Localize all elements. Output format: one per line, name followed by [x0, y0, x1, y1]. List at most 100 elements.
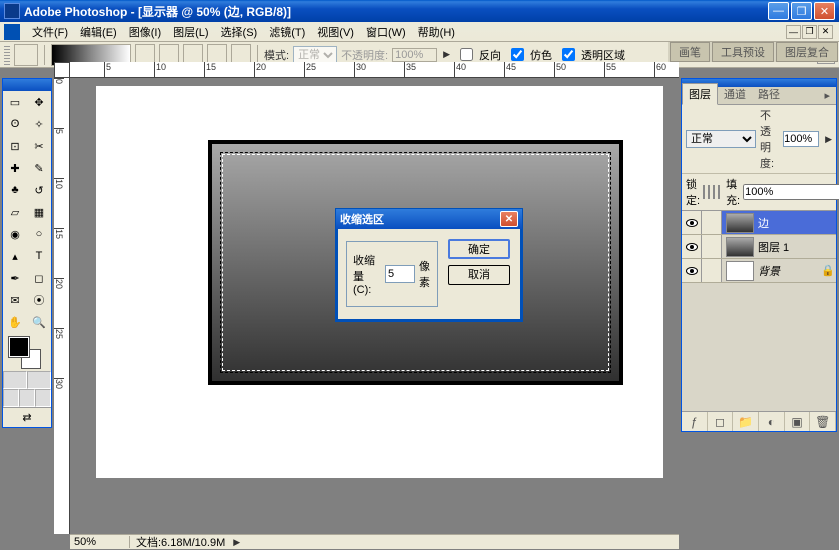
lock-transparency-icon[interactable]: [703, 185, 705, 199]
layer-name[interactable]: 背景: [758, 263, 820, 279]
type-tool[interactable]: T: [27, 245, 51, 267]
screenmode-menubar[interactable]: [19, 389, 35, 407]
link-column[interactable]: [702, 211, 722, 234]
marquee-tool[interactable]: ▭: [3, 91, 27, 113]
ruler-horizontal[interactable]: 0 5 10 15 20 25 30 35 40 45 50 55 60: [54, 62, 679, 78]
panel-menu-icon[interactable]: ▸: [818, 87, 836, 104]
path-select-tool[interactable]: ▴: [3, 245, 27, 267]
stamp-tool[interactable]: ♣: [3, 179, 27, 201]
crop-tool[interactable]: ⊡: [3, 135, 27, 157]
history-brush-tool[interactable]: ↺: [27, 179, 51, 201]
visibility-icon[interactable]: [686, 219, 698, 227]
layer-row[interactable]: 图层 1: [682, 235, 836, 259]
dither-checkbox[interactable]: [511, 48, 524, 61]
lock-position-icon[interactable]: [713, 185, 715, 199]
dialog-close-button[interactable]: ✕: [500, 211, 518, 227]
opacity-arrow-icon[interactable]: ▶: [443, 49, 450, 60]
document-info[interactable]: 文档:6.18M/10.9M: [130, 534, 231, 550]
delete-layer-button[interactable]: 🗑: [810, 412, 836, 431]
healing-tool[interactable]: ✚: [3, 157, 27, 179]
menu-window[interactable]: 窗口(W): [360, 22, 412, 42]
well-tab-brushes[interactable]: 画笔: [670, 42, 710, 62]
tab-channels[interactable]: 通道: [718, 84, 752, 104]
menu-edit[interactable]: 编辑(E): [74, 22, 123, 42]
shape-tool[interactable]: ◻: [27, 267, 51, 289]
link-column[interactable]: [702, 235, 722, 258]
mdi-minimize[interactable]: —: [786, 25, 801, 39]
gradient-tool[interactable]: ▦: [27, 201, 51, 223]
brush-tool[interactable]: ✎: [27, 157, 51, 179]
reverse-checkbox[interactable]: [460, 48, 473, 61]
layer-blend-mode[interactable]: 正常: [686, 130, 756, 148]
lock-paint-icon[interactable]: [708, 185, 710, 199]
dodge-tool[interactable]: ○: [27, 223, 51, 245]
menu-select[interactable]: 选择(S): [215, 22, 264, 42]
layer-name[interactable]: 图层 1: [758, 239, 836, 255]
tool-preset-picker[interactable]: [14, 44, 38, 66]
well-tab-presets[interactable]: 工具预设: [712, 42, 774, 62]
opacity-input[interactable]: [392, 48, 437, 62]
eyedropper-tool[interactable]: ⦿: [27, 289, 51, 311]
layer-thumbnail[interactable]: [726, 261, 754, 281]
tab-layers[interactable]: 图层: [682, 83, 718, 105]
transparency-checkbox[interactable]: [562, 48, 575, 61]
ruler-origin[interactable]: [54, 62, 70, 78]
standard-mode[interactable]: [3, 371, 27, 389]
layer-style-button[interactable]: ƒ: [682, 412, 708, 431]
eraser-tool[interactable]: ▱: [3, 201, 27, 223]
minimize-button[interactable]: —: [768, 2, 789, 20]
grip-icon[interactable]: [4, 45, 10, 65]
ruler-vertical[interactable]: 0 5 10 15 20 25 30: [54, 78, 70, 534]
wand-tool[interactable]: ✧: [27, 113, 51, 135]
layer-thumbnail[interactable]: [726, 237, 754, 257]
zoom-tool[interactable]: 🔍: [27, 311, 51, 333]
layer-mask-button[interactable]: ◻: [708, 412, 734, 431]
menu-view[interactable]: 视图(V): [311, 22, 360, 42]
pen-tool[interactable]: ✒: [3, 267, 27, 289]
blur-tool[interactable]: ◉: [3, 223, 27, 245]
new-layer-button[interactable]: ▣: [785, 412, 811, 431]
tab-paths[interactable]: 路径: [752, 84, 786, 104]
dialog-titlebar[interactable]: 收缩选区 ✕: [336, 209, 522, 229]
docinfo-menu-icon[interactable]: ▶: [233, 537, 240, 548]
menu-help[interactable]: 帮助(H): [412, 22, 461, 42]
toolbox-header[interactable]: [3, 79, 51, 91]
menu-layer[interactable]: 图层(L): [167, 22, 214, 42]
opacity-flyout-icon[interactable]: ▶: [825, 134, 832, 145]
quickmask-mode[interactable]: [27, 371, 51, 389]
visibility-icon[interactable]: [686, 267, 698, 275]
menu-image[interactable]: 图像(I): [123, 22, 167, 42]
adjustment-layer-button[interactable]: ◐: [759, 412, 785, 431]
layer-row[interactable]: 背景 🔒: [682, 259, 836, 283]
layer-set-button[interactable]: 📁: [733, 412, 759, 431]
link-column[interactable]: [702, 259, 722, 282]
cancel-button[interactable]: 取消: [448, 265, 510, 285]
layer-name[interactable]: 边: [758, 215, 836, 231]
move-tool[interactable]: ✥: [27, 91, 51, 113]
lock-all-icon[interactable]: [718, 185, 720, 199]
amount-input[interactable]: [385, 265, 415, 283]
layer-opacity-input[interactable]: [783, 131, 819, 147]
foreground-color[interactable]: [9, 337, 29, 357]
layer-thumbnail[interactable]: [726, 213, 754, 233]
zoom-level[interactable]: 50%: [70, 536, 130, 548]
screenmode-full[interactable]: [35, 389, 51, 407]
mdi-close[interactable]: ✕: [818, 25, 833, 39]
hand-tool[interactable]: ✋: [3, 311, 27, 333]
layer-row[interactable]: 边: [682, 211, 836, 235]
menu-file[interactable]: 文件(F): [26, 22, 74, 42]
slice-tool[interactable]: ✂: [27, 135, 51, 157]
screenmode-standard[interactable]: [3, 389, 19, 407]
ok-button[interactable]: 确定: [448, 239, 510, 259]
mdi-restore[interactable]: ❐: [802, 25, 817, 39]
visibility-icon[interactable]: [686, 243, 698, 251]
lasso-tool[interactable]: ʘ: [3, 113, 27, 135]
blend-mode-select[interactable]: 正常: [293, 46, 337, 64]
jump-to-imageready[interactable]: ⇄: [3, 407, 51, 427]
menu-filter[interactable]: 滤镜(T): [263, 22, 311, 42]
fill-input[interactable]: [743, 184, 839, 200]
close-button[interactable]: ✕: [814, 2, 835, 20]
notes-tool[interactable]: ✉: [3, 289, 27, 311]
maximize-button[interactable]: ❐: [791, 2, 812, 20]
well-tab-layercomps[interactable]: 图层复合: [776, 42, 838, 62]
